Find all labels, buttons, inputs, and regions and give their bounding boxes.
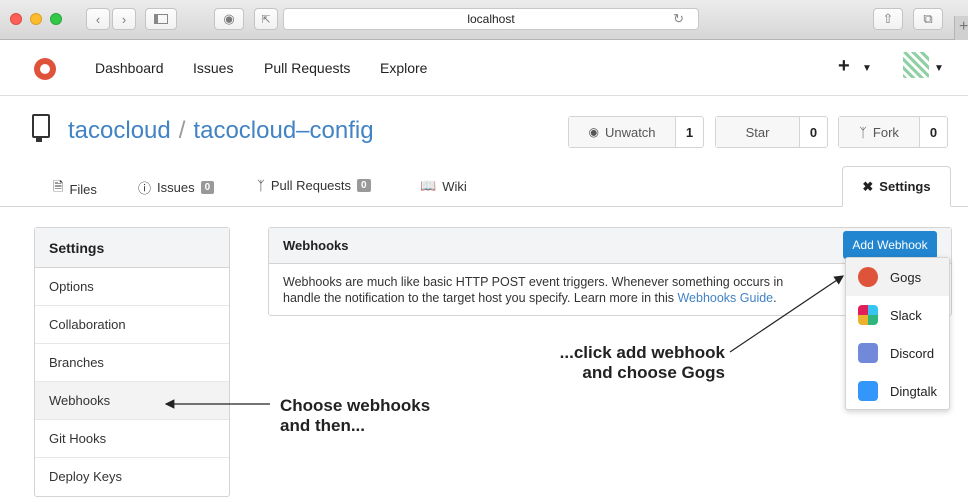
annotation-left: Choose webhooks and then... <box>280 396 430 436</box>
arrow-to-gogs <box>729 275 844 353</box>
annotation-right-line-1: ...click add webhook <box>559 343 725 362</box>
annotation-arrows <box>164 275 844 409</box>
annotation-left-line-1: Choose webhooks <box>280 396 431 415</box>
annotation-right: ...click add webhook and choose Gogs <box>530 343 725 383</box>
annotation-left-line-2: and then... <box>280 416 365 435</box>
annotation-right-line-2: and choose Gogs <box>582 363 725 382</box>
